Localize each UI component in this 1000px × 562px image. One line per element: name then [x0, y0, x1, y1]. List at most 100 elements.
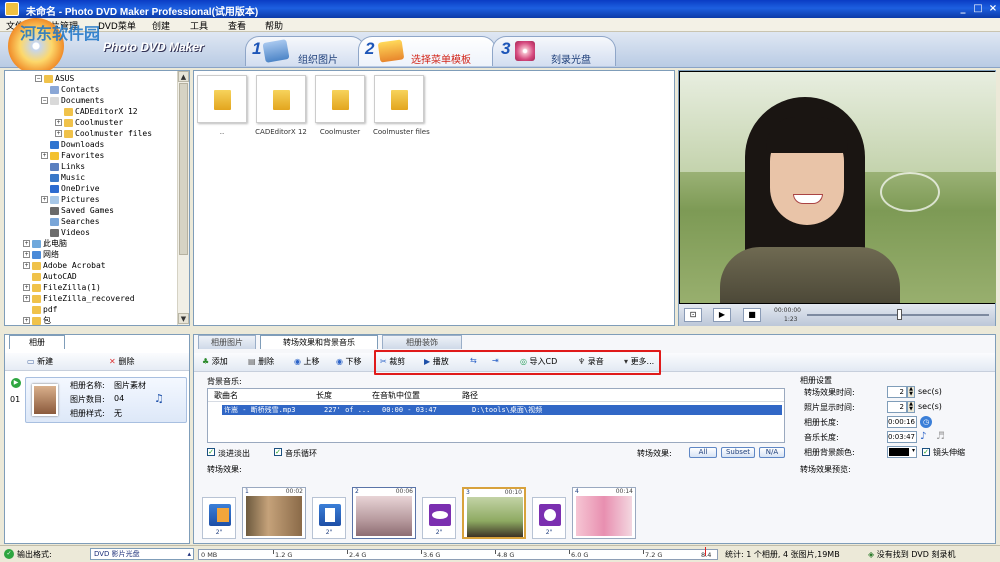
- expand-toggle-icon[interactable]: +: [23, 284, 30, 291]
- transition-time-stepper[interactable]: ▲ ▼: [907, 386, 915, 398]
- tree-item[interactable]: Videos: [41, 227, 90, 238]
- tree-item[interactable]: Links: [41, 161, 85, 172]
- menu-tools[interactable]: 工具: [190, 19, 208, 32]
- move-down-button[interactable]: ◉ 下移: [336, 356, 362, 367]
- move-up-button[interactable]: ◉ 上移: [294, 356, 320, 367]
- expand-toggle-icon[interactable]: +: [23, 262, 30, 269]
- tree-item[interactable]: + Coolmuster files: [55, 128, 152, 139]
- tab-album-photos[interactable]: 相册图片: [198, 335, 256, 349]
- play-button[interactable]: ▶: [713, 308, 731, 322]
- seek-handle[interactable]: [897, 309, 902, 320]
- transition-item[interactable]: 2": [312, 497, 346, 539]
- tree-item[interactable]: CADEditorX 12: [55, 106, 138, 117]
- tree-item[interactable]: Saved Games: [41, 205, 114, 216]
- delete-music-button[interactable]: ▤ 删除: [248, 356, 274, 367]
- transition-item[interactable]: 2": [422, 497, 456, 539]
- file-item-cadeditorx[interactable]: CADEditorX 12: [255, 75, 307, 136]
- filter-all-button[interactable]: All: [689, 447, 717, 458]
- col-song[interactable]: 歌曲名: [214, 390, 238, 401]
- menu-create[interactable]: 创建: [152, 19, 170, 32]
- slide-item[interactable]: 4 00:14: [572, 487, 636, 539]
- fade-checkbox[interactable]: ✓: [207, 448, 215, 456]
- step-burn-disc[interactable]: 3 刻录光盘: [492, 36, 616, 66]
- select-frame-button[interactable]: ⊡: [684, 308, 702, 322]
- file-item-coolmuster[interactable]: Coolmuster: [314, 75, 366, 136]
- clock-icon[interactable]: ◷: [920, 416, 932, 428]
- tree-item[interactable]: + Pictures: [41, 194, 100, 205]
- new-album-button[interactable]: ▭ 新建: [27, 356, 53, 367]
- transition-item[interactable]: 2": [532, 497, 566, 539]
- minimize-button[interactable]: _: [956, 2, 970, 15]
- step-select-menu-template[interactable]: 2 选择菜单模板: [358, 36, 496, 66]
- music-fit-icon[interactable]: ♬: [936, 431, 948, 443]
- tree-item[interactable]: + 网络: [23, 249, 59, 260]
- expand-toggle-icon[interactable]: +: [55, 119, 62, 126]
- file-item-parent[interactable]: ..: [196, 75, 248, 136]
- menu-help[interactable]: 帮助: [265, 19, 283, 32]
- step-organize-photos[interactable]: 1 组织图片: [245, 36, 365, 66]
- tree-item[interactable]: Music: [41, 172, 85, 183]
- tree-item[interactable]: pdf: [23, 304, 57, 315]
- album-item[interactable]: 相册名称: 图片素材 图片数目: 04 相册样式: 无 ♫: [25, 377, 187, 423]
- table-row[interactable]: 许嵩 - 断桥残雪.mp3 227' of ... 00:00 - 03:47 …: [222, 405, 782, 415]
- loop-checkbox[interactable]: ✓: [274, 448, 282, 456]
- delete-album-button[interactable]: ✕ 删除: [109, 356, 135, 367]
- play-album-icon[interactable]: ▶: [11, 378, 21, 388]
- pan-zoom-checkbox[interactable]: ✓: [922, 448, 930, 456]
- expand-toggle-icon[interactable]: +: [23, 251, 30, 258]
- scroll-thumb[interactable]: [179, 83, 188, 255]
- output-format-select[interactable]: DVD 影片光盘 ▴: [90, 548, 194, 560]
- tree-scrollbar[interactable]: ▲ ▼: [177, 71, 189, 325]
- expand-toggle-icon[interactable]: +: [23, 295, 30, 302]
- menu-view[interactable]: 查看: [228, 19, 246, 32]
- close-button[interactable]: ×: [986, 2, 1000, 15]
- tree-item[interactable]: OneDrive: [41, 183, 100, 194]
- tab-album[interactable]: 相册: [9, 335, 65, 349]
- tree-item[interactable]: − Documents: [41, 95, 104, 106]
- tree-item[interactable]: + Coolmuster: [55, 117, 123, 128]
- expand-toggle-icon[interactable]: +: [41, 152, 48, 159]
- tab-transitions-music[interactable]: 转场效果和背景音乐: [260, 335, 378, 349]
- expand-toggle-icon[interactable]: +: [55, 130, 62, 137]
- tree-item[interactable]: Downloads: [41, 139, 104, 150]
- maximize-button[interactable]: □: [971, 2, 985, 15]
- file-browser[interactable]: .. CADEditorX 12 Coolmuster Coolmuster f…: [193, 70, 675, 326]
- tree-item[interactable]: − ASUS: [35, 73, 74, 84]
- tree-item[interactable]: + Adobe Acrobat: [23, 260, 106, 271]
- col-path[interactable]: 路径: [462, 390, 478, 401]
- transition-strip[interactable]: 2" 1 00:02 2" 2 00:06 2" 3 00:10 2" 4 00…: [200, 485, 794, 541]
- col-length[interactable]: 长度: [316, 390, 332, 401]
- folder-tree[interactable]: − ASUS Contacts − Documents CADEditorX 12 + Coo…: [4, 70, 190, 326]
- music-table[interactable]: 歌曲名 长度 在音轨中位置 路径 许嵩 - 断桥残雪.mp3 227' of .…: [207, 388, 785, 443]
- menu-dvd-menu[interactable]: DVD菜单: [98, 19, 136, 32]
- scroll-up-icon[interactable]: ▲: [178, 71, 189, 82]
- music-sync-icon[interactable]: ♪: [920, 431, 932, 443]
- expand-toggle-icon[interactable]: +: [23, 317, 30, 324]
- file-item-coolmuster-files[interactable]: Coolmuster files: [373, 75, 430, 136]
- tree-item[interactable]: + FileZilla_recovered: [23, 293, 135, 304]
- filter-subset-button[interactable]: Subset: [721, 447, 755, 458]
- tree-item[interactable]: Searches: [41, 216, 100, 227]
- transition-item[interactable]: 2": [202, 497, 236, 539]
- col-position[interactable]: 在音轨中位置: [372, 390, 420, 401]
- tab-album-decoration[interactable]: 相册装饰: [382, 335, 462, 349]
- photo-time-input[interactable]: 2: [887, 401, 907, 413]
- tree-item[interactable]: AutoCAD: [23, 271, 77, 282]
- expand-toggle-icon[interactable]: +: [23, 240, 30, 247]
- tree-item[interactable]: + Favorites: [41, 150, 104, 161]
- tree-item[interactable]: Contacts: [41, 84, 100, 95]
- photo-time-stepper[interactable]: ▲ ▼: [907, 401, 915, 413]
- tree-item[interactable]: + 此电脑: [23, 238, 67, 249]
- expand-toggle-icon[interactable]: +: [41, 196, 48, 203]
- filter-na-button[interactable]: N/A: [759, 447, 785, 458]
- expand-toggle-icon[interactable]: −: [35, 75, 42, 82]
- expand-toggle-icon[interactable]: −: [41, 97, 48, 104]
- slide-item[interactable]: 2 00:06: [352, 487, 416, 539]
- tree-item[interactable]: + FileZilla(1): [23, 282, 101, 293]
- slide-item-selected[interactable]: 3 00:10: [462, 487, 526, 539]
- stop-button[interactable]: ■: [743, 308, 761, 322]
- scroll-down-icon[interactable]: ▼: [178, 313, 189, 324]
- transition-time-input[interactable]: 2: [887, 386, 907, 398]
- add-music-button[interactable]: ♣ 添加: [202, 356, 228, 367]
- tree-item[interactable]: + 包: [23, 315, 51, 326]
